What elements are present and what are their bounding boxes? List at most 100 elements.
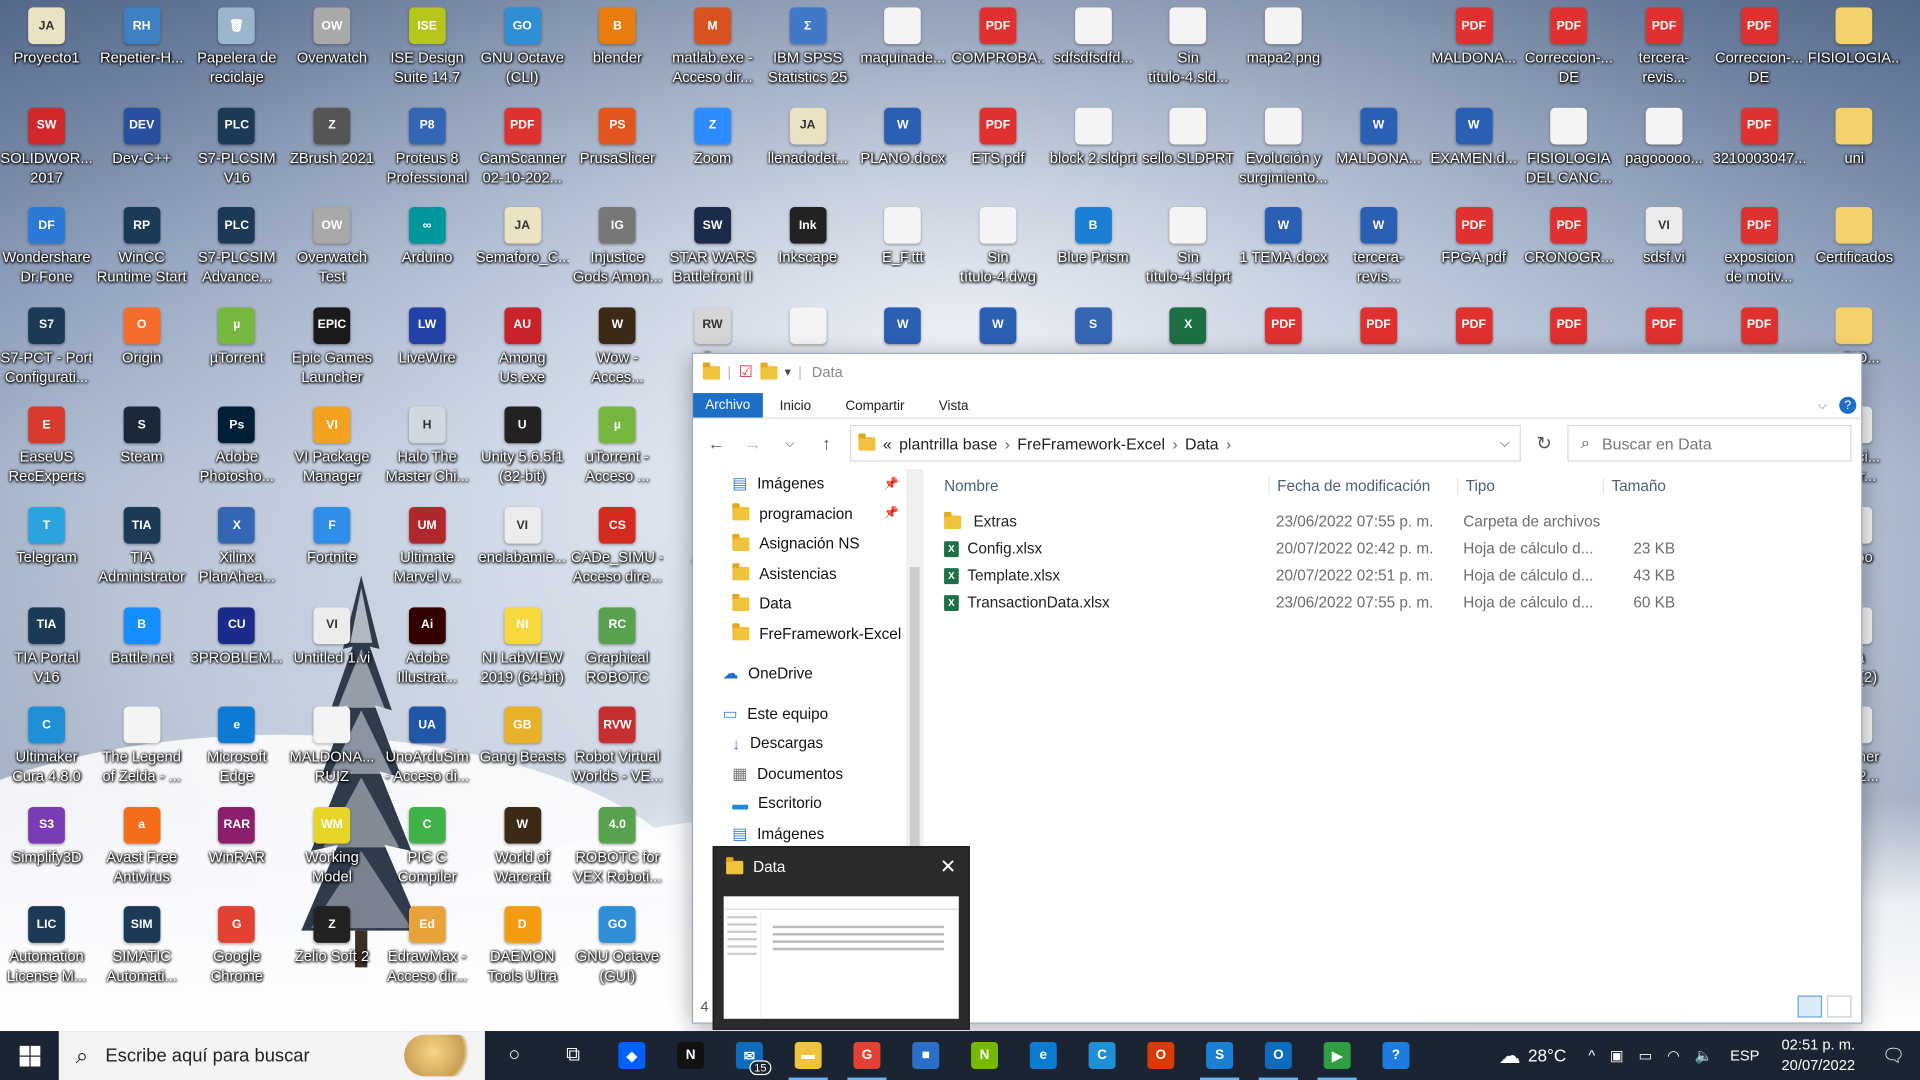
desktop-icon[interactable]: RH Repetier-H... — [95, 5, 188, 103]
desktop-icon[interactable]: AU Among Us.exe — [476, 305, 569, 403]
desktop-icon[interactable]: FISIOLOGIA... — [1808, 5, 1901, 103]
desktop-icon[interactable]: Ed EdrawMax - Acceso dir... — [381, 904, 474, 1002]
column-date[interactable]: Fecha de modificación — [1268, 477, 1458, 495]
desktop-icon[interactable]: DF Wondershare Dr.Fone — [0, 205, 93, 303]
desktop-icon[interactable]: W EXAMEN.d... — [1427, 105, 1520, 203]
nav-item[interactable]: programacion 📌 — [693, 499, 906, 529]
refresh-button[interactable]: ↻ — [1531, 432, 1558, 454]
chevron-right-icon[interactable]: › — [1226, 434, 1231, 452]
taskbar-office-button[interactable]: O — [1131, 1031, 1190, 1080]
battery-icon[interactable]: ▭ — [1638, 1047, 1652, 1064]
taskbar-timeline-button[interactable]: ⧉ — [544, 1031, 603, 1080]
desktop-icon[interactable]: IG Injustice Gods Amon... — [571, 205, 664, 303]
desktop-icon[interactable]: PDF MALDONA... — [1427, 5, 1520, 103]
desktop-icon[interactable]: LIC Automation License M... — [0, 904, 93, 1002]
desktop-icon[interactable]: VI VI Package Manager — [285, 405, 378, 503]
desktop-icon[interactable]: VI Untitled 1.vi — [285, 604, 378, 702]
desktop-icon[interactable]: µ uTorrent - Acceso ... — [571, 405, 664, 503]
desktop-icon[interactable]: Sin título-4.sld... — [1142, 5, 1235, 103]
desktop-icon[interactable]: D DAEMON Tools Ultra — [476, 904, 569, 1002]
desktop-icon[interactable]: OW Overwatch — [285, 5, 378, 103]
chevron-right-icon[interactable]: › — [1172, 434, 1177, 452]
desktop-icon[interactable]: OW Overwatch Test — [285, 205, 378, 303]
desktop-icon[interactable]: PDF 3210003047... — [1713, 105, 1806, 203]
desktop-icon[interactable]: S Steam — [95, 405, 188, 503]
taskbar-thumbnail-preview[interactable]: Data ✕ — [712, 846, 970, 1030]
desktop-icon[interactable]: PDF COMPROBA... — [951, 5, 1044, 103]
start-button[interactable] — [0, 1031, 59, 1080]
new-folder-icon[interactable] — [760, 361, 778, 379]
desktop-icon[interactable]: B Blue Prism — [1047, 205, 1140, 303]
desktop-icon[interactable]: E_F.ttt — [856, 205, 949, 303]
desktop-icon[interactable]: X Xilinx PlanAhea... — [190, 504, 283, 602]
desktop-icon[interactable]: F Fortnite — [285, 504, 378, 602]
taskbar-nvidia-button[interactable]: N — [955, 1031, 1014, 1080]
desktop-icon[interactable]: mapa2.png — [1237, 5, 1330, 103]
desktop-icon[interactable]: W PLANO.docx — [856, 105, 949, 203]
desktop-icon[interactable]: VI sdsf.vi — [1617, 205, 1710, 303]
nav-item[interactable]: Asistencias — [693, 559, 906, 589]
taskbar-search-box[interactable]: ⌕ Escribe aquí para buscar — [58, 1031, 485, 1080]
column-size[interactable]: Tamaño — [1602, 477, 1679, 495]
desktop-icon[interactable]: SW SOLIDWOR... 2017 — [0, 105, 93, 203]
desktop-icon[interactable]: TIA TIA Administrator — [95, 504, 188, 602]
desktop-icon[interactable]: W 1 TEMA.docx — [1237, 205, 1330, 303]
desktop-icon[interactable]: sello.SLDPRT — [1142, 105, 1235, 203]
address-bar[interactable]: « plantrilla base › FreFramework-Excel ›… — [849, 424, 1521, 462]
desktop-icon[interactable]: sdfsdfsdfd... — [1047, 5, 1140, 103]
desktop-icon[interactable]: Bblender — [571, 5, 664, 103]
file-row[interactable]: X Config.xlsx 20/07/2022 02:42 p. m. Hoja d… — [944, 535, 1861, 562]
breadcrumb-overflow[interactable]: « — [883, 434, 892, 452]
desktop-icon[interactable]: pagooooo... — [1617, 105, 1710, 203]
large-icons-view-button[interactable] — [1826, 995, 1852, 1018]
desktop-icon[interactable]: ISE ISE Design Suite 14.7 — [381, 5, 474, 103]
chevron-up-icon[interactable]: ^ — [1588, 1047, 1595, 1064]
desktop-icon[interactable]: Ps Adobe Photosho... — [190, 405, 283, 503]
desktop-icon[interactable]: Ink Inkscape — [761, 205, 854, 303]
expand-ribbon-icon[interactable]: ⌵ — [1818, 399, 1827, 412]
breadcrumb-item[interactable]: plantrilla base — [899, 434, 997, 452]
desktop-icon[interactable]: RP WinCC Runtime Start — [95, 205, 188, 303]
desktop-icon[interactable]: Evolución y surgimiento... — [1237, 105, 1330, 203]
desktop-icon[interactable]: GB Gang Beasts — [476, 704, 569, 802]
pin-icon[interactable]: 📌 — [884, 477, 899, 490]
nav-item[interactable]: ▤ Imágenes — [693, 819, 906, 849]
desktop-icon[interactable]: Mmatlab.exe - Acceso dir... — [666, 5, 759, 103]
desktop-icon[interactable]: H Halo The Master Chi... — [381, 405, 474, 503]
taskbar-help-button[interactable]: ? — [1367, 1031, 1426, 1080]
nav-item[interactable]: ↓ Descargas — [693, 729, 906, 759]
desktop-icon[interactable]: Z ZBrush 2021 — [285, 105, 378, 203]
desktop-icon[interactable]: RVW Robot Virtual Worlds - VE... — [571, 704, 664, 802]
desktop-icon[interactable]: Sin título-4.sldprt — [1142, 205, 1235, 303]
nav-item[interactable]: Asignación NS — [693, 529, 906, 559]
properties-icon[interactable]: ☑ — [739, 362, 753, 382]
file-row[interactable]: X Template.xlsx 20/07/2022 02:51 p. m. Hoja… — [944, 562, 1861, 589]
taskbar-file-explorer-button[interactable]: ▬ — [779, 1031, 838, 1080]
desktop-icon[interactable]: U Unity 5.6.5f1 (32-bit) — [476, 405, 569, 503]
tab-archivo[interactable]: Archivo — [693, 393, 763, 418]
desktop-icon[interactable]: VI enclabamie... — [476, 504, 569, 602]
recent-locations-icon[interactable]: ⌵ — [776, 437, 803, 450]
desktop-icon[interactable]: P8 Proteus 8 Professional — [381, 105, 474, 203]
desktop-icon[interactable]: Z Zelio Soft 2 — [285, 904, 378, 1002]
desktop-icon[interactable]: maquinade... — [856, 5, 949, 103]
language-indicator[interactable]: ESP — [1730, 1047, 1759, 1064]
desktop-icon[interactable]: NI NI LabVIEW 2019 (64-bit) — [476, 604, 569, 702]
desktop-icon[interactable]: W World of Warcraft — [476, 804, 569, 902]
desktop-icon[interactable]: FISIOLOGIA DEL CANC... — [1522, 105, 1615, 203]
desktop-icon[interactable]: e Microsoft Edge — [190, 704, 283, 802]
temperature[interactable]: 28°C — [1528, 1046, 1566, 1066]
nav-item[interactable]: Data — [693, 589, 906, 619]
forward-button[interactable]: → — [740, 433, 767, 453]
taskbar-task-view-button[interactable]: ○ — [485, 1031, 544, 1080]
desktop-icon[interactable]: a Avast Free Antivirus — [95, 804, 188, 902]
desktop-icon[interactable]: SIM SIMATIC Automati... — [95, 904, 188, 1002]
desktop-icon[interactable]: MALDONA... RUIZ JESUS... — [285, 704, 378, 802]
nav-item[interactable]: ▤ Imágenes 📌 — [693, 469, 906, 499]
desktop-icon[interactable]: ∞ Arduino — [381, 205, 474, 303]
desktop-icon[interactable]: JA Semaforo_C... — [476, 205, 569, 303]
chevron-right-icon[interactable]: › — [1005, 434, 1010, 452]
nav-item[interactable]: ▦ Documentos — [693, 759, 906, 789]
desktop-icon[interactable]: RAR WinRAR — [190, 804, 283, 902]
tab-inicio[interactable]: Inicio — [762, 396, 828, 418]
